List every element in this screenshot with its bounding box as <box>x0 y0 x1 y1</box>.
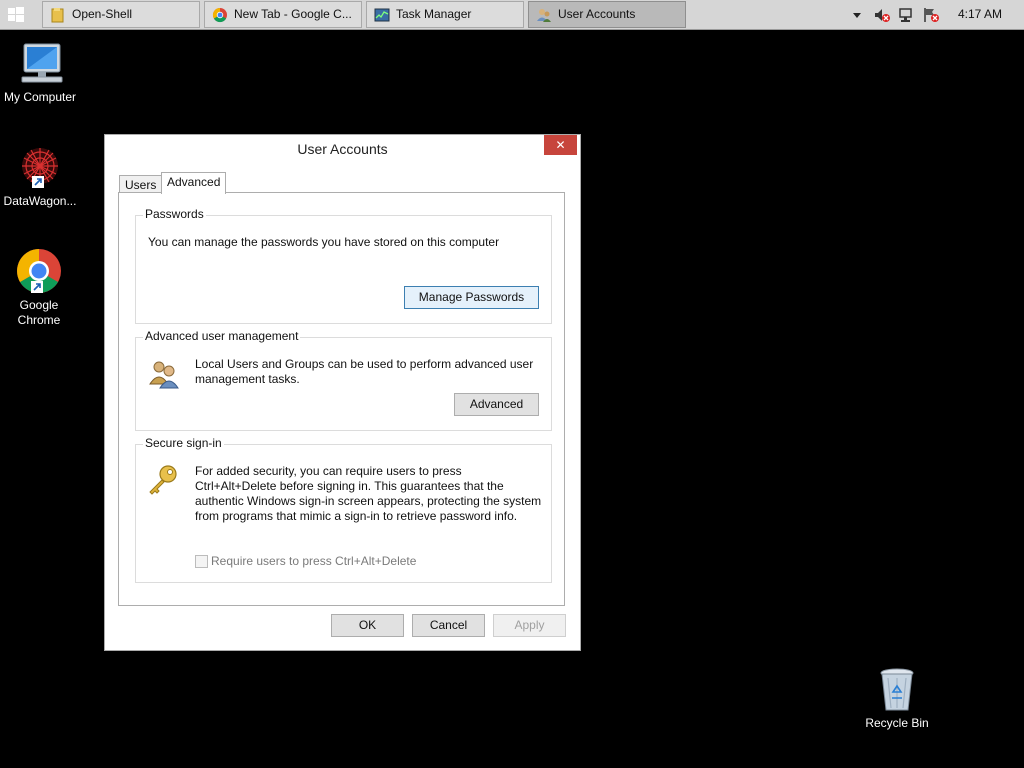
passwords-description: You can manage the passwords you have st… <box>148 235 500 249</box>
desktop-icon-recycle-bin[interactable]: Recycle Bin <box>857 666 937 731</box>
chrome-icon <box>212 7 227 23</box>
desktop-icon-my-computer[interactable]: My Computer <box>0 40 80 105</box>
tab-advanced[interactable]: Advanced <box>161 172 227 194</box>
ctrl-alt-delete-label[interactable]: Require users to press Ctrl+Alt+Delete <box>211 554 416 569</box>
taskbar-button-label: Task Manager <box>396 7 472 21</box>
taskbar: Open-Shell New Tab - Google C... Task Ma… <box>0 0 1024 30</box>
user-accounts-dialog: User Accounts ✕ Users Advanced Passwords… <box>104 134 581 651</box>
secure-sign-in-description: For added security, you can require user… <box>195 464 542 523</box>
start-button[interactable] <box>8 7 24 23</box>
recycle-bin-icon <box>880 668 914 711</box>
user-accounts-icon <box>537 9 551 22</box>
apply-button[interactable]: Apply <box>493 614 566 637</box>
chevron-down-icon <box>853 13 861 18</box>
taskbar-button-open-shell[interactable]: Open-Shell <box>42 1 200 28</box>
taskbar-button-new-tab[interactable]: New Tab - Google C... <box>204 1 362 28</box>
clock[interactable]: 4:17 AM <box>952 0 1008 28</box>
windows-logo-icon <box>8 7 24 22</box>
advanced-description: Local Users and Groups can be used to pe… <box>195 357 534 386</box>
desktop-icon-label: My Computer <box>3 90 77 104</box>
computer-icon <box>21 43 63 83</box>
chrome-icon <box>17 249 61 293</box>
taskbar-button-label: New Tab - Google C... <box>234 7 352 21</box>
desktop-icon-label: DataWagon... <box>3 194 77 208</box>
action-center-flag-icon[interactable] <box>922 6 940 24</box>
manage-passwords-button[interactable]: Manage Passwords <box>404 286 539 309</box>
advanced-user-management-group: Advanced user management Local Users and… <box>135 329 552 431</box>
desktop-icon-datawagon[interactable]: DataWagon... <box>0 144 80 209</box>
taskbar-button-label: Open-Shell <box>72 7 133 21</box>
ctrl-alt-delete-checkbox[interactable] <box>195 555 208 568</box>
group-title: Secure sign-in <box>143 436 224 450</box>
tab-panel-advanced: Passwords You can manage the passwords y… <box>118 192 565 606</box>
users-group-icon <box>149 361 179 389</box>
close-icon: ✕ <box>555 138 566 152</box>
group-title: Passwords <box>143 207 206 221</box>
window-title: User Accounts <box>297 141 388 157</box>
ok-button[interactable]: OK <box>331 614 404 637</box>
network-icon[interactable] <box>897 6 915 24</box>
passwords-group: Passwords You can manage the passwords y… <box>135 207 552 324</box>
cancel-button[interactable]: Cancel <box>412 614 485 637</box>
key-icon <box>149 465 177 495</box>
taskbar-button-task-manager[interactable]: Task Manager <box>366 1 524 28</box>
advanced-button[interactable]: Advanced <box>454 393 539 416</box>
title-bar[interactable]: User Accounts ✕ <box>105 135 580 165</box>
task-manager-icon <box>374 8 390 22</box>
show-hidden-icons-button[interactable] <box>851 8 863 20</box>
datawagon-icon <box>22 148 58 188</box>
taskbar-button-user-accounts[interactable]: User Accounts <box>528 1 686 28</box>
desktop-icon-label: Recycle Bin <box>865 716 929 730</box>
taskbar-button-label: User Accounts <box>558 7 636 21</box>
folder-icon <box>51 8 64 23</box>
volume-muted-icon[interactable] <box>873 6 891 24</box>
secure-sign-in-group: Secure sign-in For added security, you c… <box>135 436 552 583</box>
close-button[interactable]: ✕ <box>544 135 577 155</box>
desktop-icon-google-chrome[interactable]: Google Chrome <box>0 248 79 328</box>
group-title: Advanced user management <box>143 329 301 343</box>
desktop-icon-label: Google Chrome <box>17 298 61 327</box>
